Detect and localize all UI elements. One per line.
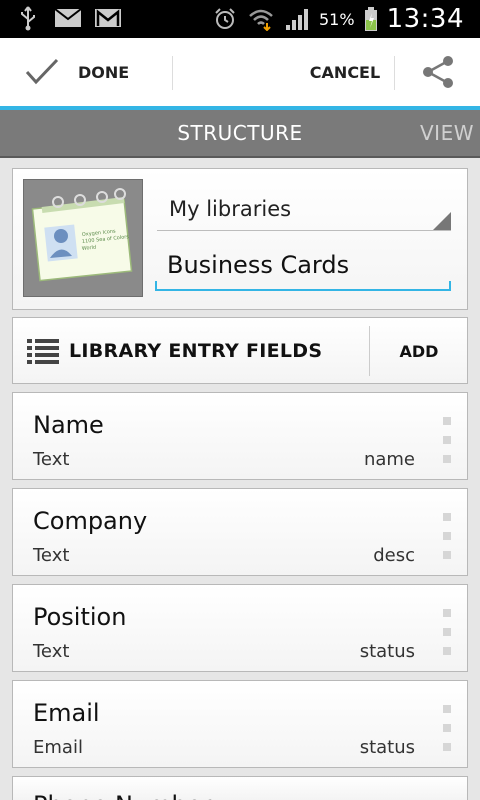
signal-icon [283, 7, 311, 31]
library-thumbnail[interactable]: Oxygen Icons 1100 Sea of Colors World [23, 179, 143, 297]
clock: 13:34 [386, 4, 464, 34]
field-row[interactable]: Position Text status [12, 584, 468, 672]
done-label: DONE [78, 62, 130, 82]
tab-view[interactable]: VIEW [404, 110, 480, 156]
field-row[interactable]: Phone Number [12, 776, 468, 800]
status-bar: 51% 13:34 [0, 0, 480, 38]
library-dropdown[interactable]: My libraries [157, 185, 451, 231]
field-row[interactable]: Company Text desc [12, 488, 468, 576]
library-name-field[interactable] [155, 243, 465, 291]
done-button[interactable]: DONE [0, 38, 172, 106]
drag-handle-icon[interactable] [443, 609, 451, 655]
field-name: Position [33, 603, 127, 631]
add-field-button[interactable]: ADD [370, 318, 468, 384]
field-name: Phone Number [33, 791, 211, 800]
section-title: LIBRARY ENTRY FIELDS [69, 340, 323, 362]
library-name-input[interactable] [155, 243, 465, 287]
field-underline-right [449, 281, 451, 289]
check-icon [25, 58, 59, 85]
tab-structure[interactable]: STRUCTURE [158, 110, 322, 156]
field-type: Email [33, 737, 83, 758]
field-type: Text [33, 641, 70, 662]
alarm-icon [211, 7, 239, 31]
field-type: Text [33, 449, 70, 470]
share-button[interactable] [395, 38, 480, 106]
field-name: Name [33, 411, 104, 439]
usb-icon [14, 6, 42, 31]
gmail-icon [94, 6, 122, 30]
drag-handle-icon[interactable] [443, 417, 451, 463]
field-type: Text [33, 545, 70, 566]
tab-bar: STRUCTURE VIEW [0, 110, 480, 158]
wifi-icon [247, 7, 275, 31]
dropdown-arrow-icon [433, 212, 451, 230]
battery-percent: 51% [319, 9, 355, 29]
library-dropdown-value: My libraries [169, 197, 292, 221]
field-row[interactable]: Name Text name [12, 392, 468, 480]
divider [172, 56, 173, 90]
field-key: name [363, 449, 415, 470]
field-key: status [359, 641, 415, 662]
field-name: Company [33, 507, 148, 535]
mail-icon [54, 6, 82, 30]
cancel-button[interactable]: CANCEL [296, 38, 394, 106]
field-underline-left [155, 281, 157, 289]
drag-handle-icon[interactable] [443, 513, 451, 559]
field-row[interactable]: Email Email status [12, 680, 468, 768]
business-card-icon: Oxygen Icons 1100 Sea of Colors World [31, 188, 133, 282]
fields-header: LIBRARY ENTRY FIELDS ADD [12, 317, 468, 384]
drag-handle-icon[interactable] [443, 705, 451, 751]
battery-icon [363, 7, 379, 31]
share-icon [422, 56, 453, 88]
action-bar: DONE CANCEL [0, 38, 480, 110]
list-icon [27, 339, 59, 364]
field-key: desc [373, 545, 415, 566]
field-key: status [359, 737, 415, 758]
field-name: Email [33, 699, 100, 727]
library-card: Oxygen Icons 1100 Sea of Colors World My… [12, 168, 468, 310]
